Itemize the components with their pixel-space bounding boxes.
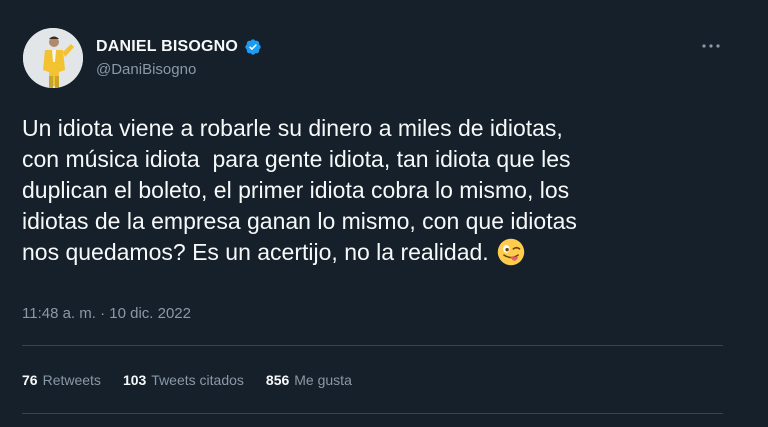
likes-label: Me gusta (294, 372, 352, 388)
user-handle[interactable]: @DaniBisogno (96, 61, 262, 78)
verified-badge-icon (245, 39, 261, 55)
retweets-count: 76 (22, 372, 38, 388)
likes-stat[interactable]: 856 Me gusta (266, 372, 352, 388)
quote-tweets-count: 103 (122, 372, 147, 388)
retweets-stat[interactable]: 76 Retweets (22, 372, 101, 388)
more-options-icon[interactable] (699, 36, 723, 56)
engagement-stats: 76 Retweets 103 Tweets citados 856 Me gu… (22, 372, 352, 388)
tweet-timestamp[interactable]: 11:48 a. m. · 10 dic. 2022 (22, 305, 191, 322)
quote-tweets-label: Tweets citados (151, 372, 244, 388)
retweets-label: Retweets (42, 372, 101, 388)
quote-tweets-stat[interactable]: 103 Tweets citados (123, 372, 244, 388)
tweet-text: Un idiota viene a robarle su dinero a mi… (22, 113, 742, 268)
divider (22, 345, 723, 346)
author-block: DANIEL BISOGNO @DaniBisogno (96, 36, 262, 78)
avatar[interactable] (23, 28, 83, 88)
likes-count: 856 (265, 372, 290, 388)
profile-avatar (23, 28, 83, 88)
display-name[interactable]: DANIEL BISOGNO (96, 38, 238, 56)
winking-face-with-tongue-emoji (497, 238, 524, 266)
name-row: DANIEL BISOGNO (96, 36, 262, 58)
tweet-body: Un idiota viene a robarle su dinero a mi… (22, 115, 577, 265)
tweet-card: DANIEL BISOGNO @DaniBisogno Un idiota vi… (0, 0, 768, 427)
divider (22, 413, 723, 414)
